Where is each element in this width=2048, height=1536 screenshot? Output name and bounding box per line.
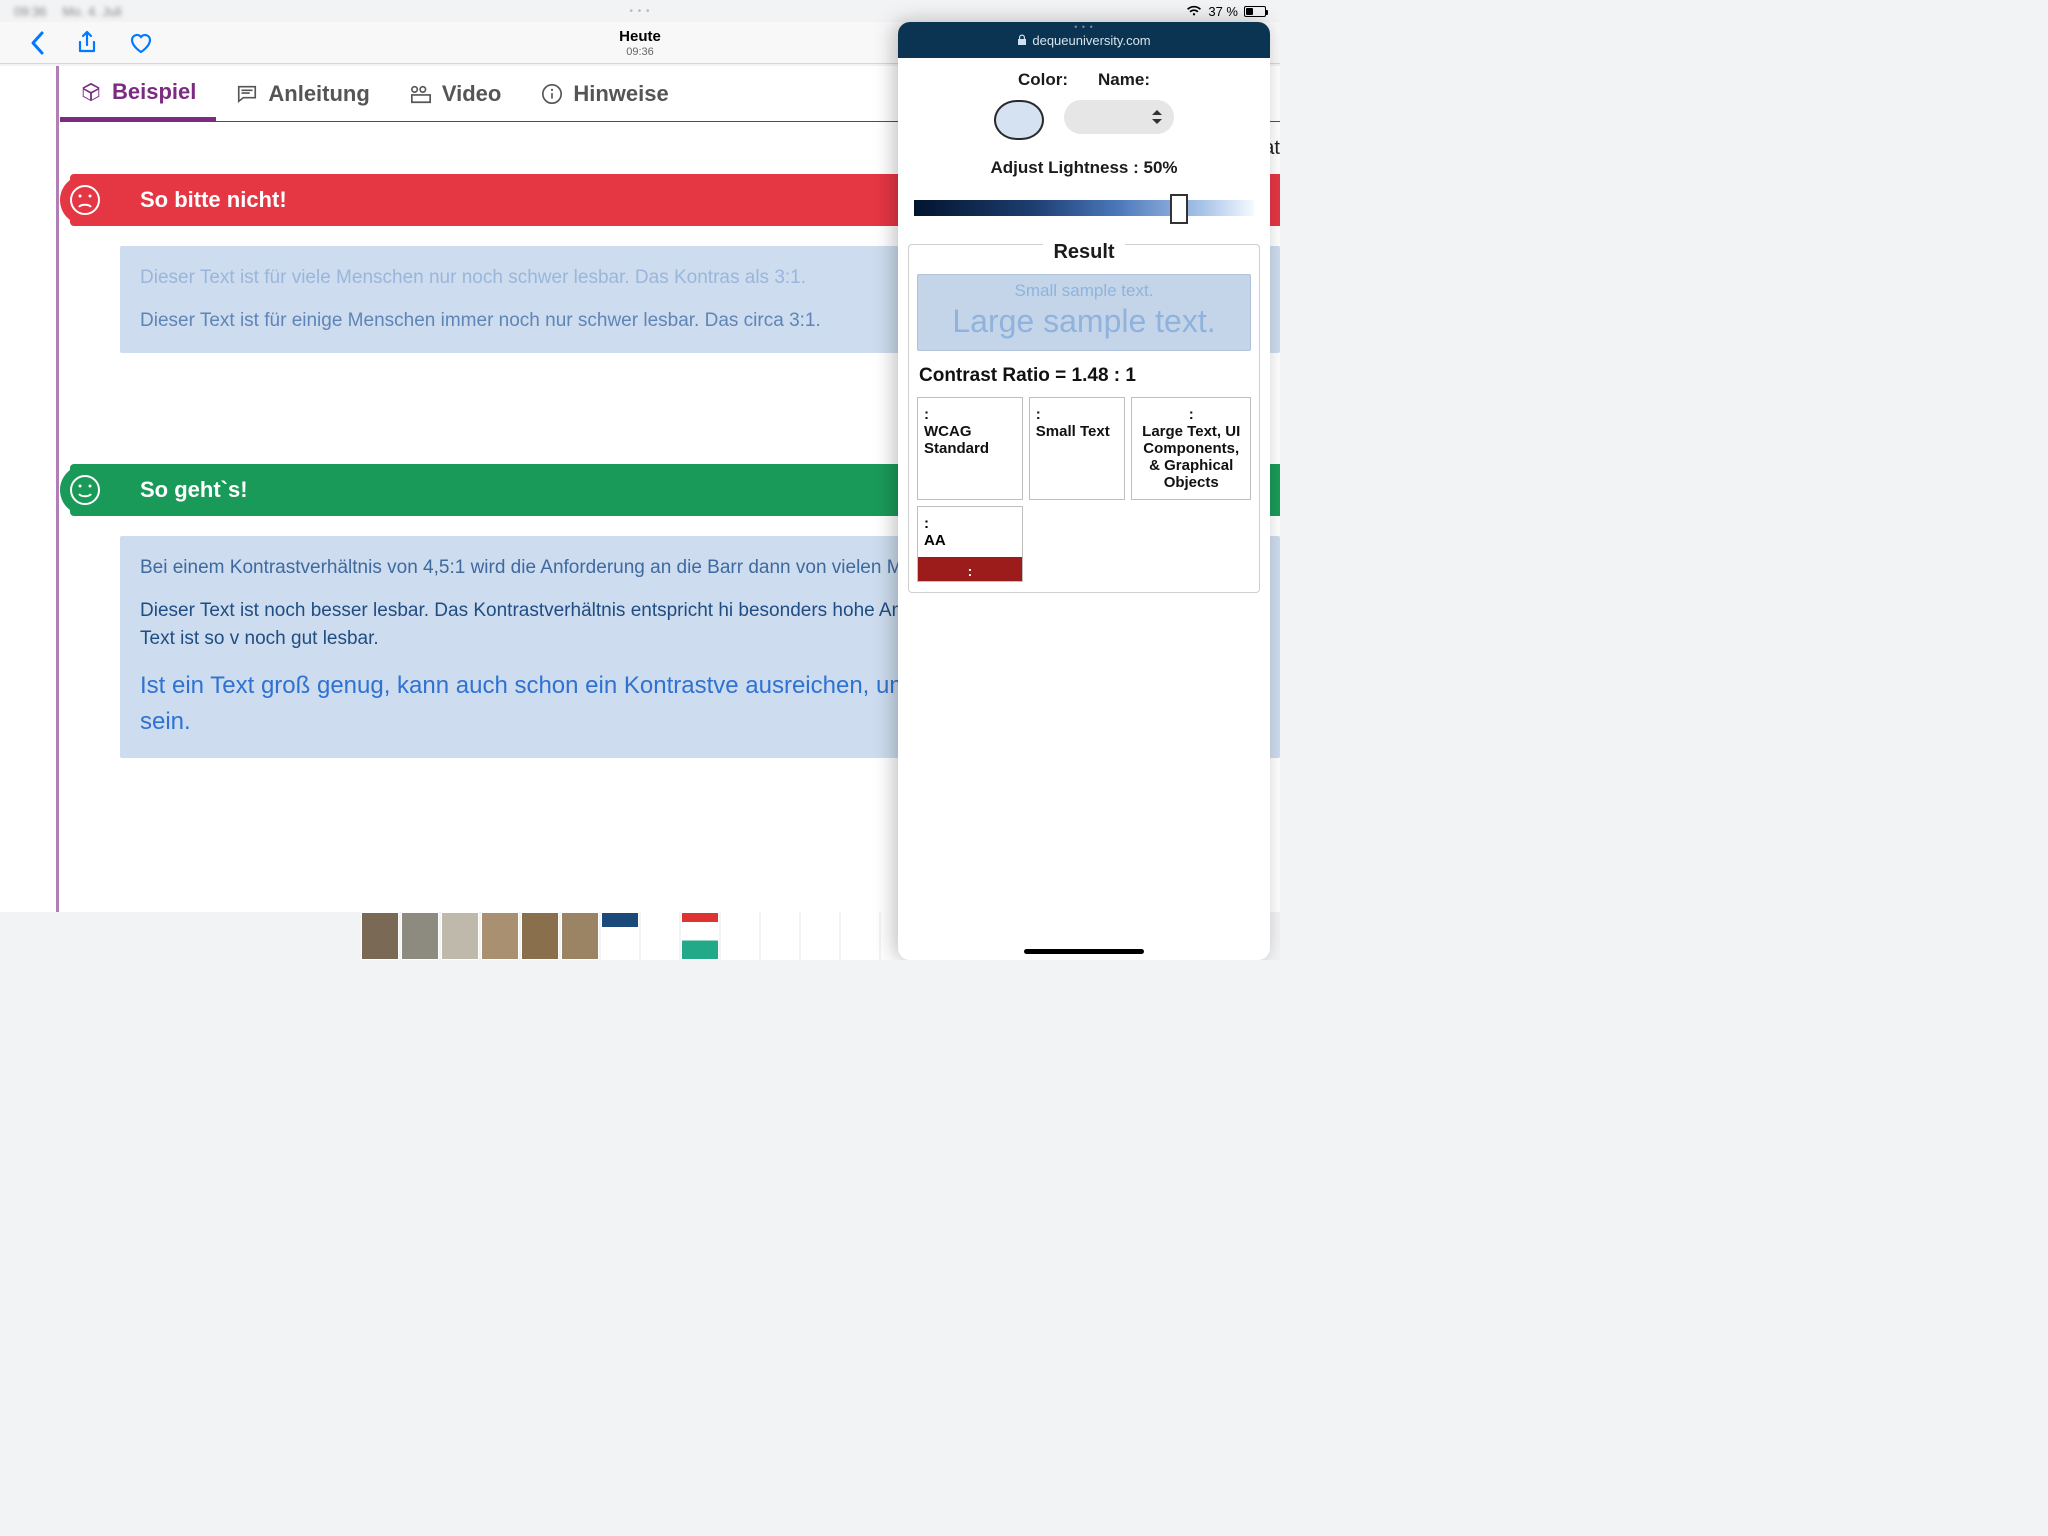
status-right-group: 37 % [1186, 4, 1266, 19]
wcag-header-row: : WCAG Standard : Small Text : Large Tex… [917, 397, 1251, 500]
header-time: 09:36 [619, 46, 661, 58]
wcag-aa-label: : AA [918, 507, 1022, 557]
battery-percent: 37 % [1208, 4, 1238, 19]
thumbnail[interactable] [481, 912, 519, 960]
wcag-col-standard: : WCAG Standard [917, 397, 1023, 500]
multitask-dots-icon[interactable]: • • • [629, 6, 650, 17]
tab-anleitung-label: Anleitung [268, 81, 369, 107]
happy-face-icon [60, 465, 110, 515]
color-label: Color: [1018, 70, 1068, 90]
heart-icon[interactable] [128, 31, 154, 55]
wifi-icon [1186, 5, 1202, 17]
wcag-fail-badge: : [918, 557, 1022, 581]
lock-icon [1017, 34, 1027, 46]
tab-beispiel[interactable]: Beispiel [60, 66, 216, 121]
home-indicator[interactable] [1024, 949, 1144, 954]
status-time-blurred: 09:36Mo. 4. Juli [14, 4, 122, 19]
tab-video[interactable]: Video [390, 66, 522, 121]
tab-hinweise-label: Hinweise [573, 81, 668, 107]
header-title-group: Heute 09:36 [619, 28, 661, 58]
slideover-domain: dequeuniversity.com [1032, 33, 1150, 48]
thumbnail[interactable] [721, 912, 759, 960]
thumbnail[interactable] [401, 912, 439, 960]
sad-face-icon [60, 175, 110, 225]
header-title: Heute [619, 28, 661, 45]
contrast-ratio: Contrast Ratio = 1.48 : 1 [919, 365, 1249, 387]
thumbnail[interactable] [761, 912, 799, 960]
wcag-col-large: : Large Text, UI Components, & Graphical… [1131, 397, 1251, 500]
slider-thumb[interactable] [1170, 194, 1188, 224]
tab-beispiel-label: Beispiel [112, 79, 196, 105]
info-icon [541, 83, 563, 105]
banner-do-label: So geht`s! [140, 477, 248, 503]
thumbnail[interactable] [801, 912, 839, 960]
tab-hinweise[interactable]: Hinweise [521, 66, 688, 121]
slideover-grip-icon[interactable]: • • • [1074, 22, 1093, 32]
thumbnail[interactable] [521, 912, 559, 960]
thumbnail[interactable] [561, 912, 599, 960]
tab-video-label: Video [442, 81, 502, 107]
sample-large-text: Large sample text. [922, 303, 1246, 340]
slideover-url-bar[interactable]: • • • dequeuniversity.com [898, 22, 1270, 58]
cube-icon [80, 81, 102, 103]
thumbnail[interactable] [841, 912, 879, 960]
sample-small-text: Small sample text. [922, 281, 1246, 301]
name-label: Name: [1098, 70, 1150, 90]
back-chevron-icon[interactable] [28, 30, 46, 56]
tab-anleitung[interactable]: Anleitung [216, 66, 389, 121]
share-icon[interactable] [76, 30, 98, 56]
lightness-label: Adjust Lightness : 50% [908, 158, 1260, 178]
wcag-col-small: : Small Text [1029, 397, 1126, 500]
thumbnail[interactable] [681, 912, 719, 960]
wcag-aa-cell: : AA : [917, 506, 1023, 582]
color-name-select[interactable] [1064, 100, 1174, 134]
thumbnail[interactable] [441, 912, 479, 960]
sample-preview: Small sample text. Large sample text. [917, 274, 1251, 351]
color-swatch[interactable] [994, 100, 1044, 140]
lightness-slider[interactable] [914, 192, 1254, 224]
video-icon [410, 83, 432, 105]
result-heading: Result [1043, 241, 1124, 264]
thumbnail[interactable] [641, 912, 679, 960]
banner-dont-label: So bitte nicht! [140, 187, 287, 213]
battery-icon [1244, 6, 1266, 17]
thumbnail[interactable] [601, 912, 639, 960]
chat-lines-icon [236, 83, 258, 105]
slideover-panel: • • • dequeuniversity.com Color: Name: A… [898, 22, 1270, 960]
thumbnail[interactable] [361, 912, 399, 960]
